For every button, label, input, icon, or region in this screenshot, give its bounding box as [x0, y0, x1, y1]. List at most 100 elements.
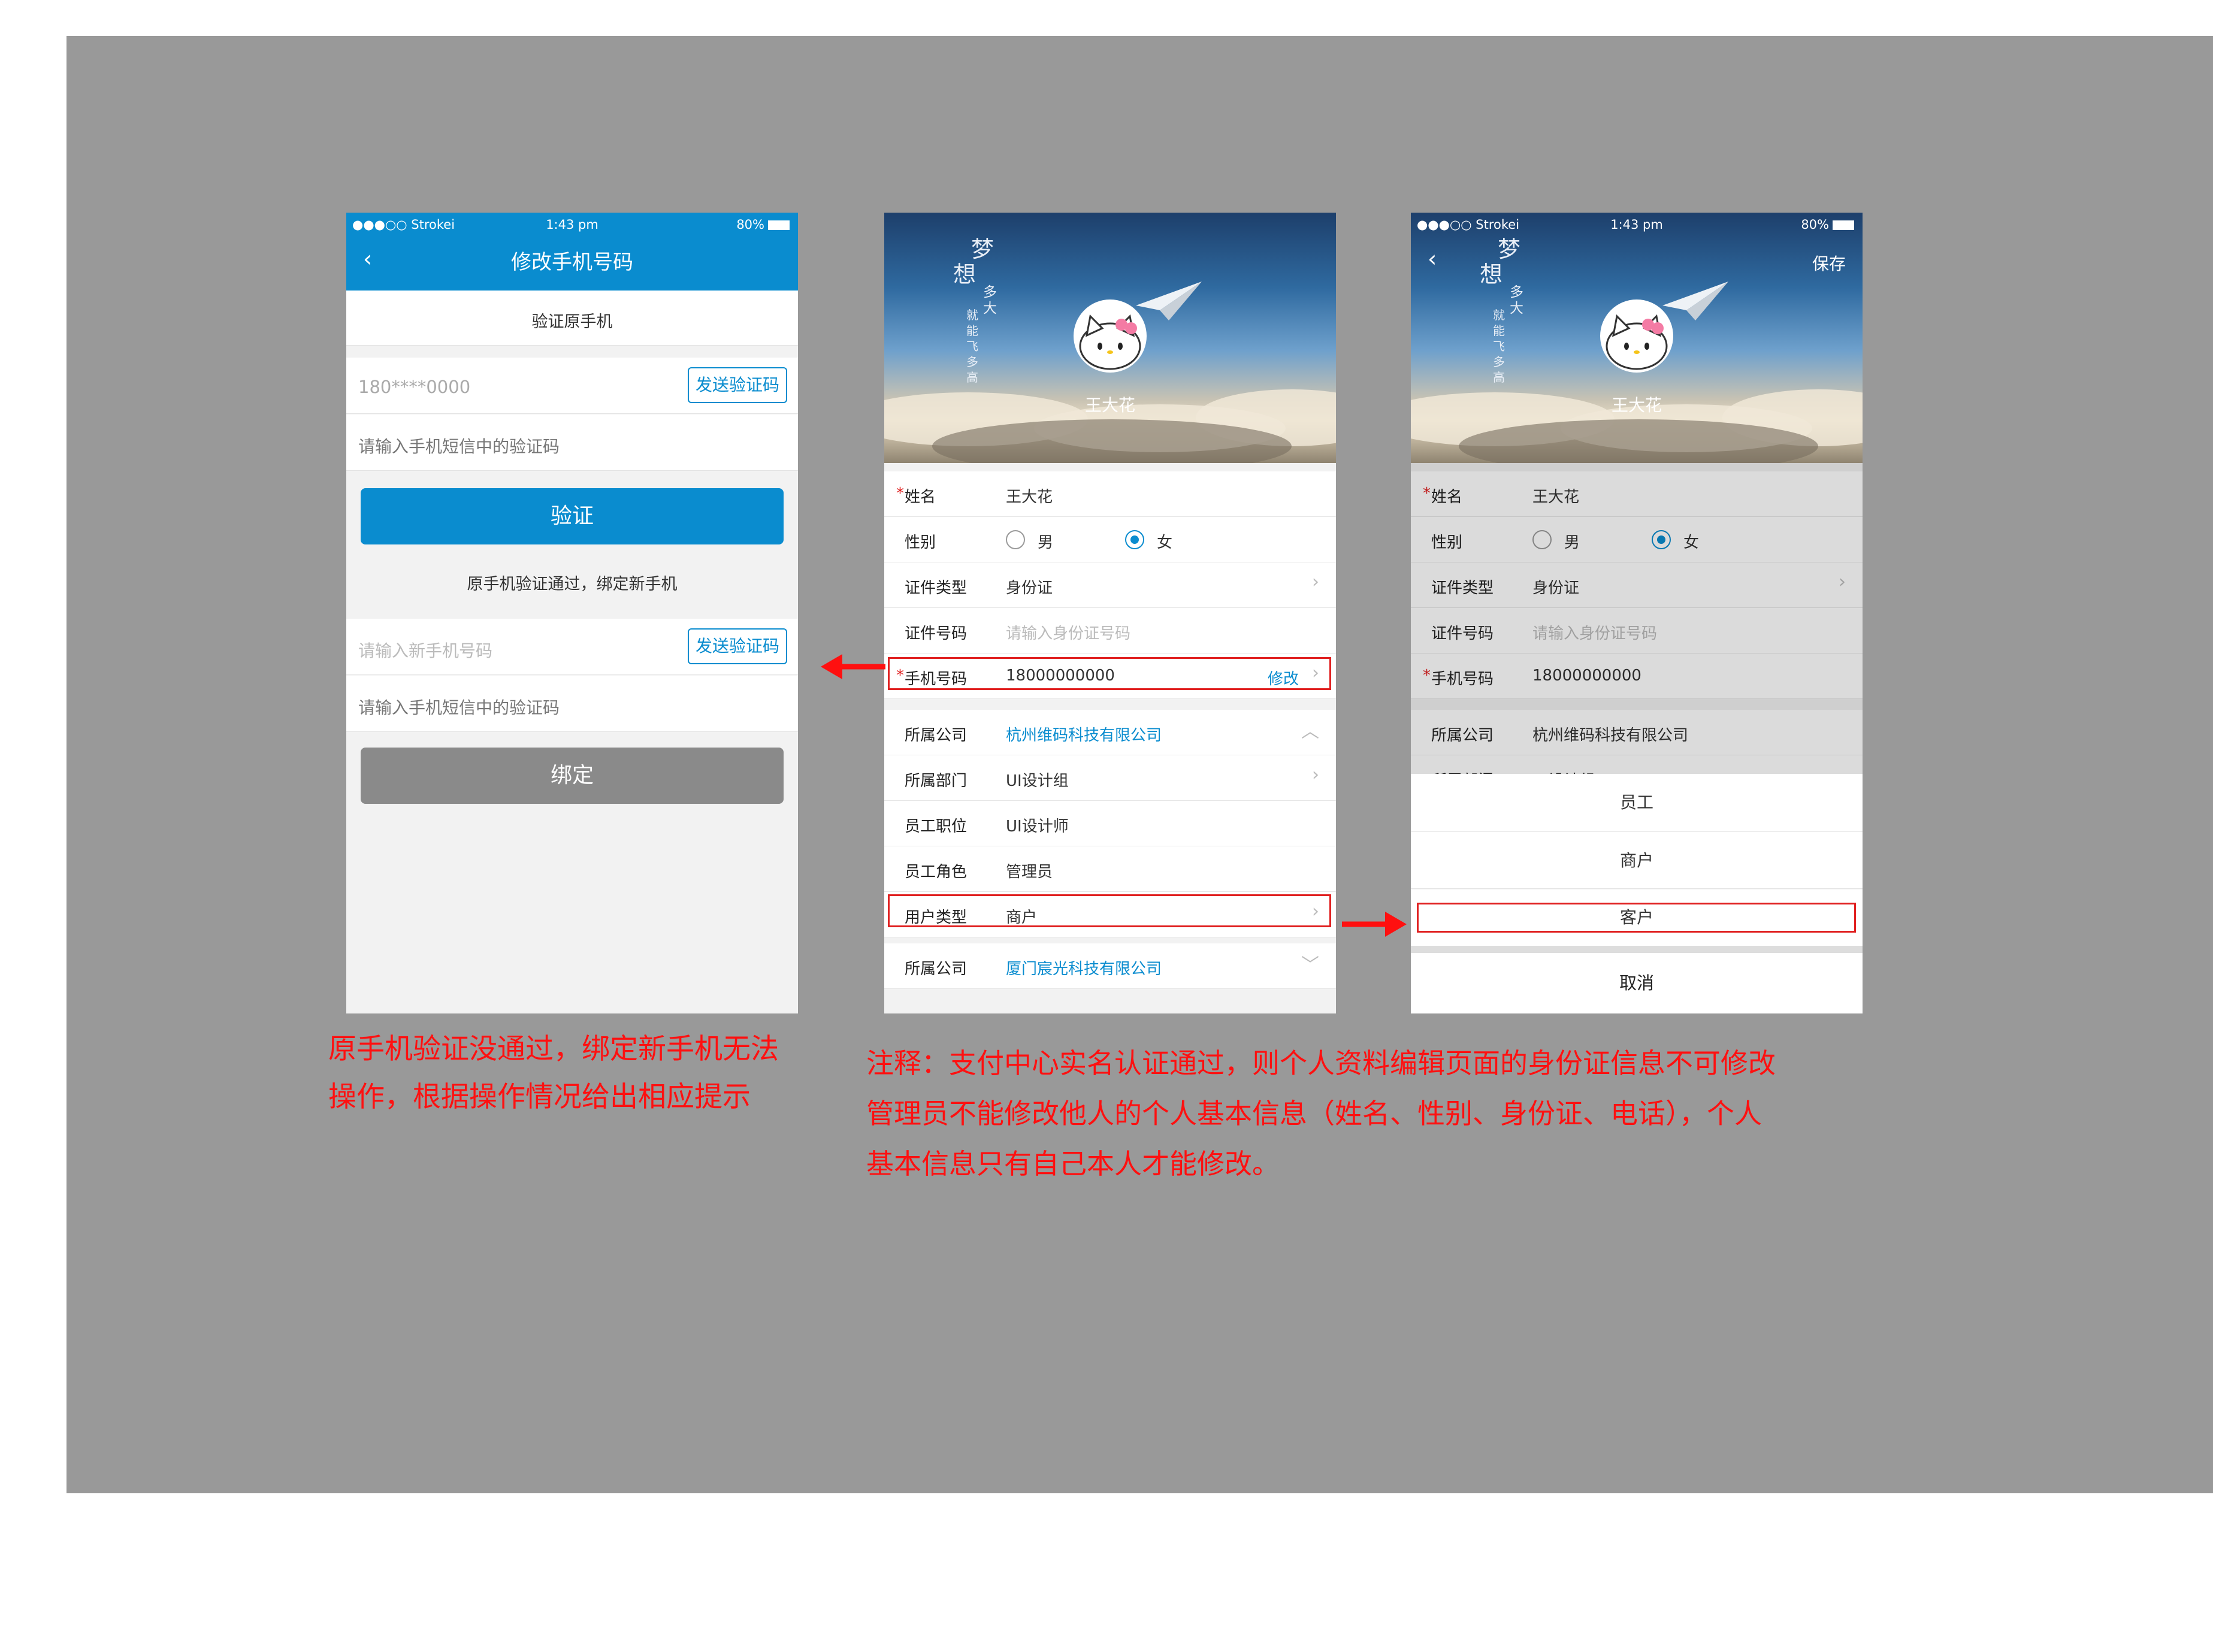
- avatar: [1600, 299, 1673, 373]
- chevron-right-icon: ›: [1312, 571, 1319, 592]
- sheet-cancel-button[interactable]: 取消: [1411, 953, 1863, 1013]
- section-title: 验证原手机: [531, 313, 613, 331]
- department-value: UI设计组: [1006, 772, 1069, 790]
- battery-icon: [768, 220, 790, 230]
- status-bar: ●●●○○ Strokei 1:43 pm 80%: [346, 213, 798, 237]
- sheet-option-employee[interactable]: 员工: [1411, 774, 1863, 831]
- id-type-value: 身份证: [1006, 579, 1053, 597]
- id-type-row[interactable]: 证件类型 身份证 ›: [884, 562, 1336, 608]
- slogan-char: 想: [953, 261, 976, 288]
- department-row[interactable]: 所属部门 UI设计组 ›: [884, 755, 1336, 801]
- id-number-row[interactable]: 证件号码 请输入身份证号码: [884, 608, 1336, 653]
- user-name: 王大花: [1611, 395, 1662, 415]
- sheet-option-merchant[interactable]: 商户: [1411, 832, 1863, 889]
- position-label: 员工职位: [905, 818, 968, 836]
- slogan-col: 多大: [983, 285, 997, 316]
- save-button[interactable]: 保存: [1812, 251, 1846, 275]
- profile-edit-screen: 梦 想 多大 就能飞多高 王大花 * 姓名 王大花 性别 男 女 证件类型 身份证…: [884, 213, 1336, 1013]
- note-line: 原手机验证没通过，绑定新手机无法: [328, 1033, 779, 1066]
- battery: 80%: [736, 217, 790, 232]
- old-phone-value: 180****0000: [358, 377, 471, 397]
- id-number-label: 证件号码: [905, 625, 968, 643]
- slogan-char: 想: [1480, 261, 1503, 288]
- female-label: 女: [1157, 534, 1173, 552]
- profile-header: ●●●○○ Strokei 1:43 pm 80% ‹ 保存 梦 想 多大 就能…: [1411, 213, 1863, 463]
- company2-value: 厦门宸光科技有限公司: [1006, 960, 1162, 978]
- verify-button[interactable]: 验证: [361, 488, 784, 544]
- page-title: 修改手机号码: [511, 250, 633, 274]
- company-value: 杭州维码科技有限公司: [1006, 727, 1162, 745]
- name-label-text: 姓名: [905, 488, 936, 506]
- slogan-col: 多大: [1510, 285, 1523, 316]
- highlight-box: [888, 657, 1331, 690]
- role-row: 员工角色 管理员: [884, 846, 1336, 892]
- name-label: * 姓名: [896, 485, 936, 507]
- slogan-col: 就能飞多高: [1493, 308, 1505, 385]
- name-row[interactable]: * 姓名 王大花: [884, 471, 1336, 517]
- gender-row: 性别 男 女: [884, 517, 1336, 562]
- section-header: 验证原手机: [346, 291, 798, 346]
- clock: 1:43 pm: [1610, 217, 1663, 232]
- clock: 1:43 pm: [546, 217, 598, 232]
- note-line: 注释：支付中心实名认证通过，则个人资料编辑页面的身份证信息不可修改: [866, 1047, 1776, 1079]
- chevron-down-icon: ﹀: [1301, 955, 1319, 976]
- user-name: 王大花: [1084, 395, 1135, 415]
- overlay-mask[interactable]: [1411, 463, 1863, 774]
- kitty-avatar-icon: [1606, 314, 1668, 370]
- new-phone-placeholder: 请输入新手机号码: [358, 641, 493, 661]
- bind-button[interactable]: 绑定: [361, 748, 784, 804]
- company-label: 所属公司: [905, 727, 968, 745]
- code-placeholder-2: 请输入手机短信中的验证码: [358, 698, 560, 718]
- note-line: 管理员不能修改他人的个人基本信息（姓名、性别、身份证、电话），个人: [866, 1097, 1762, 1130]
- company2-row[interactable]: 所属公司 厦门宸光科技有限公司 ﹀: [884, 943, 1336, 989]
- role-value: 管理员: [1006, 863, 1053, 881]
- radio-male[interactable]: [1006, 530, 1025, 549]
- sheet-divider: [1411, 946, 1863, 953]
- name-value: 王大花: [1006, 488, 1053, 506]
- nav-bar: ●●●○○ Strokei 1:43 pm 80% ‹ 修改手机号码: [346, 213, 798, 291]
- chevron-left-icon[interactable]: ‹: [1428, 247, 1437, 270]
- arrow-left-icon: [821, 654, 885, 679]
- send-code-button[interactable]: 发送验证码: [688, 367, 787, 403]
- arrow-right-icon: [1342, 912, 1407, 937]
- code-field[interactable]: 请输入手机短信中的验证码: [346, 414, 798, 471]
- send-code-button-2[interactable]: 发送验证码: [688, 628, 787, 664]
- chevron-right-icon: ›: [1312, 764, 1319, 785]
- highlight-box: [1417, 903, 1856, 933]
- user-type-picker-screen: ●●●○○ Strokei 1:43 pm 80% ‹ 保存 梦 想 多大 就能…: [1411, 213, 1863, 1013]
- chevron-up-icon: ︿: [1301, 721, 1319, 742]
- slogan-col: 就能飞多高: [966, 308, 978, 385]
- battery: 80%: [1801, 217, 1854, 232]
- gender-label: 性别: [905, 534, 936, 552]
- left-annotation: 原手机验证没通过，绑定新手机无法 操作，根据操作情况给出相应提示: [328, 1025, 820, 1121]
- male-label: 男: [1038, 534, 1054, 552]
- id-number-placeholder: 请输入身份证号码: [1006, 625, 1131, 643]
- slogan-art: 梦 想 多大 就能飞多高: [953, 231, 1019, 385]
- code-field-2[interactable]: 请输入手机短信中的验证码: [346, 676, 798, 732]
- company-row[interactable]: 所属公司 杭州维码科技有限公司 ︿: [884, 710, 1336, 755]
- profile-header: 梦 想 多大 就能飞多高 王大花: [884, 213, 1336, 463]
- avatar[interactable]: [1074, 299, 1147, 373]
- kitty-avatar-icon: [1079, 314, 1141, 370]
- position-row: 员工职位 UI设计师: [884, 801, 1336, 846]
- note-line: 操作，根据操作情况给出相应提示: [328, 1081, 751, 1114]
- status-bar: ●●●○○ Strokei 1:43 pm 80%: [1411, 213, 1863, 237]
- highlight-box: [888, 894, 1331, 927]
- id-type-label: 证件类型: [905, 579, 968, 597]
- slogan-art: 梦 想 多大 就能飞多高: [1480, 231, 1546, 385]
- battery-icon: [1833, 220, 1854, 230]
- note-line: 基本信息只有自己本人才能修改。: [866, 1148, 1280, 1180]
- role-label: 员工角色: [905, 863, 968, 881]
- right-annotation: 注释：支付中心实名认证通过，则个人资料编辑页面的身份证信息不可修改 管理员不能修…: [866, 1038, 1885, 1189]
- paper-plane-icon: [1662, 282, 1728, 320]
- code-placeholder: 请输入手机短信中的验证码: [358, 437, 560, 456]
- position-value: UI设计师: [1006, 818, 1069, 836]
- paper-plane-icon: [1136, 282, 1202, 320]
- company2-label: 所属公司: [905, 960, 968, 978]
- change-phone-screen: ●●●○○ Strokei 1:43 pm 80% ‹ 修改手机号码 验证原手机…: [346, 213, 798, 1013]
- required-mark: *: [896, 485, 904, 503]
- department-label: 所属部门: [905, 772, 968, 790]
- radio-female[interactable]: [1125, 530, 1144, 549]
- new-phone-field[interactable]: 请输入新手机号码 发送验证码: [346, 619, 798, 675]
- bind-hint: 原手机验证通过，绑定新手机: [467, 575, 678, 594]
